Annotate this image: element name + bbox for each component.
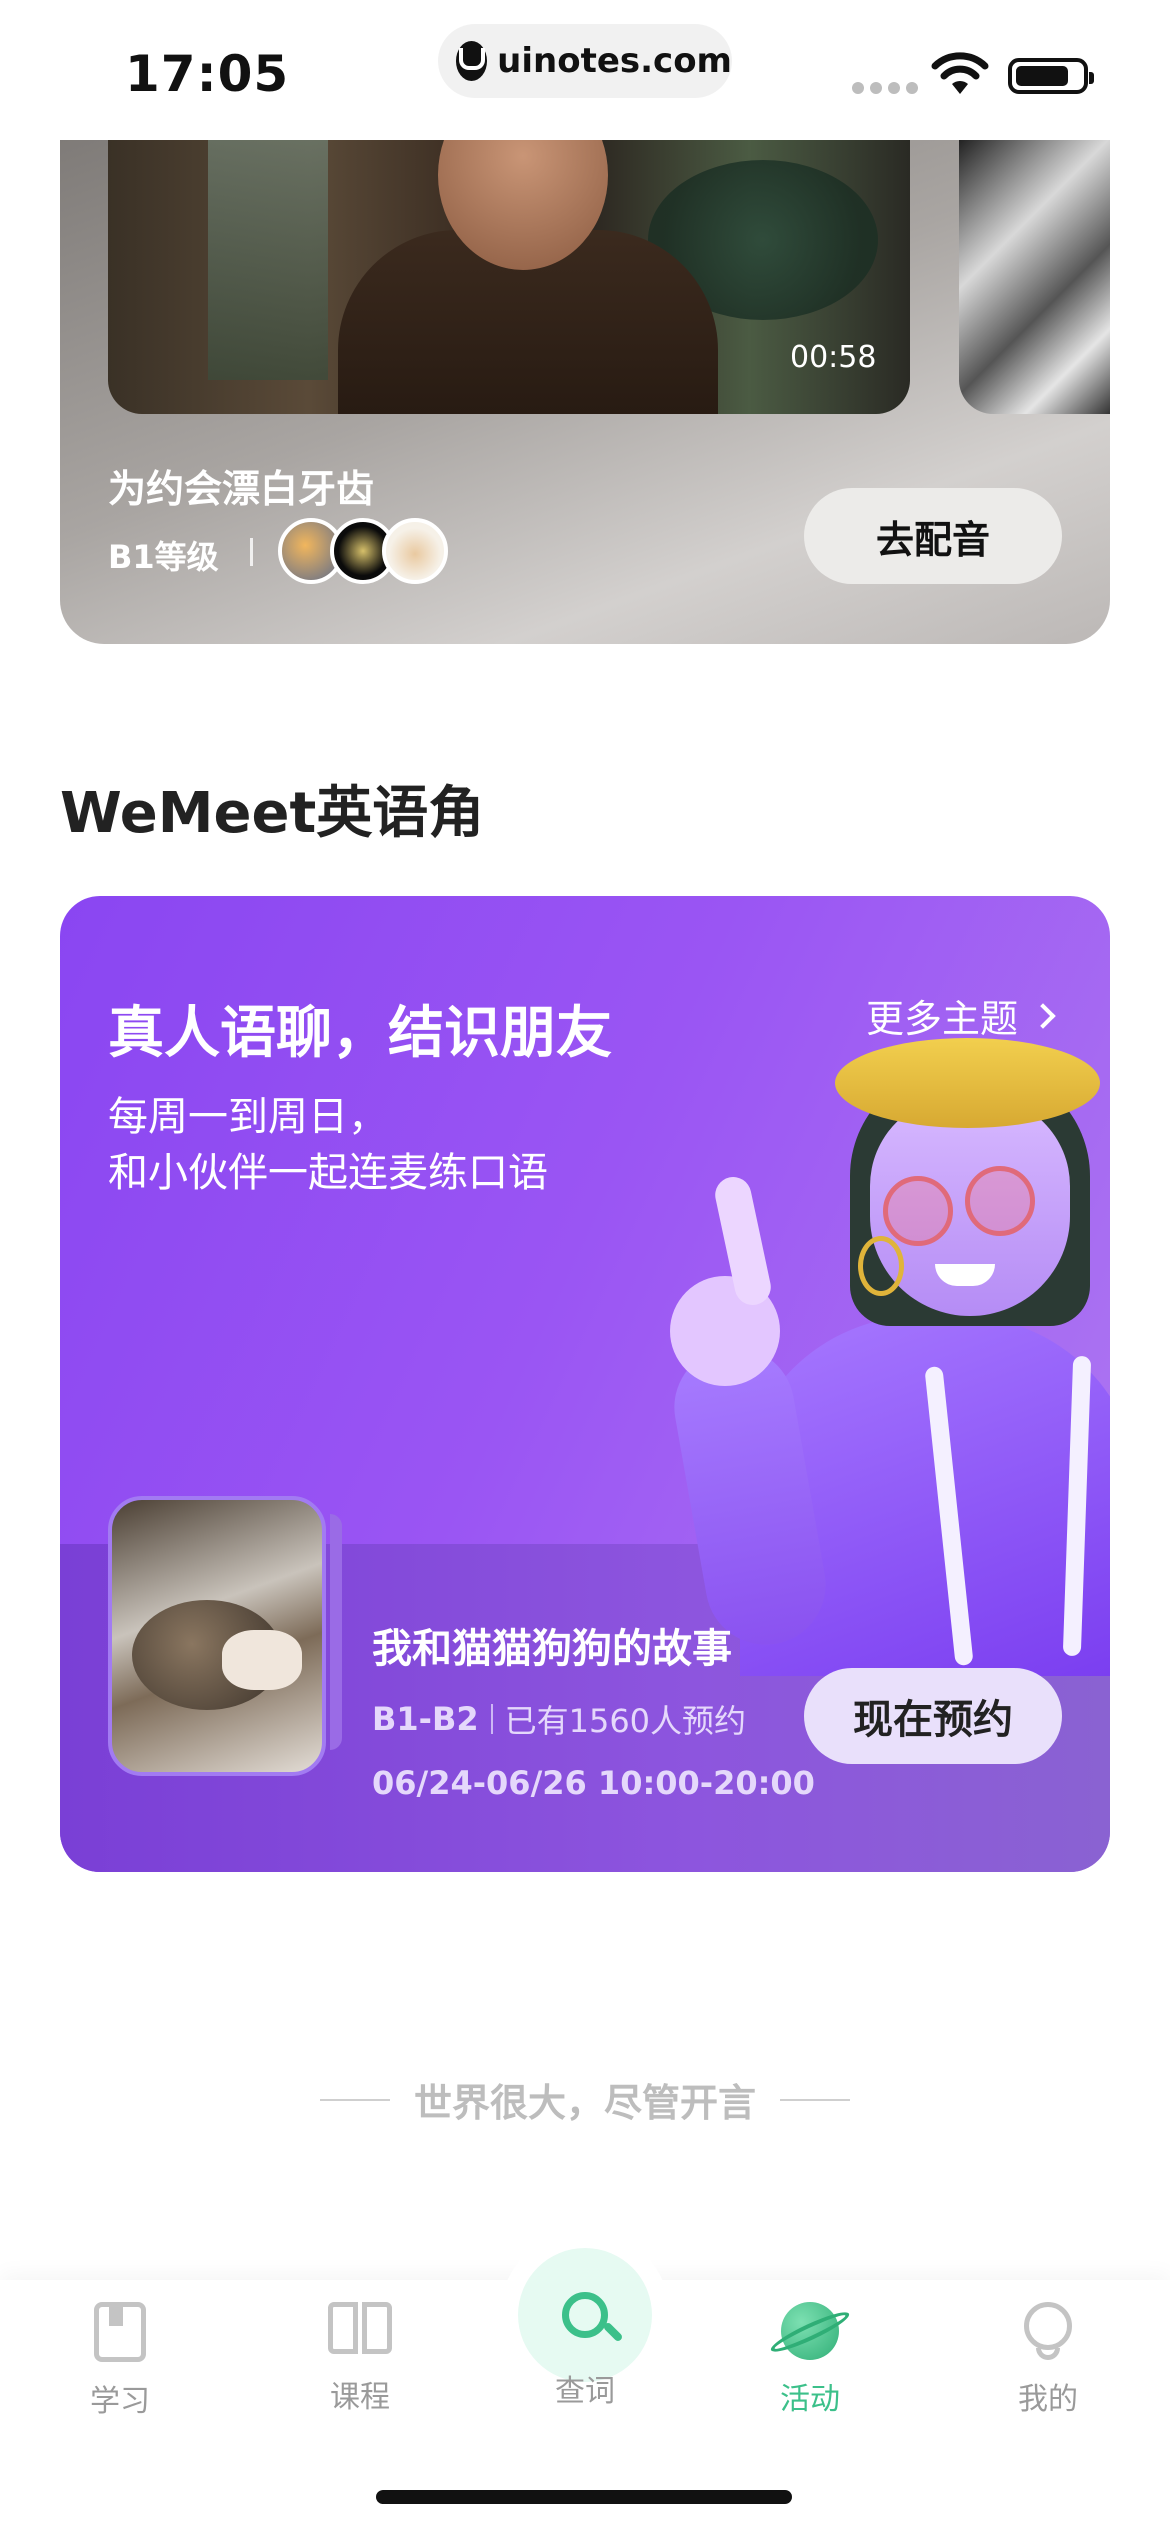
- video-duration: 00:58: [790, 340, 877, 375]
- cellular-signal-icon: [852, 82, 918, 94]
- section-title: WeMeet英语角: [60, 781, 485, 846]
- divider: [319, 2098, 390, 2101]
- event-meta: B1-B2 已有1560人预约: [372, 1696, 746, 1742]
- go-dub-button[interactable]: 去配音: [804, 488, 1062, 584]
- tab-label: 学习: [90, 2384, 150, 2419]
- participant-avatars: [278, 518, 448, 584]
- search-icon: [562, 2292, 608, 2338]
- tab-course[interactable]: 课程: [280, 2302, 440, 2416]
- divider: [780, 2098, 850, 2101]
- battery-icon: [1008, 58, 1094, 94]
- dubbing-video-card[interactable]: 00:58 为约会漂白牙齿 B1等级 去配音: [60, 140, 1110, 644]
- wemeet-subtitle-line2: 和小伙伴一起连麦练口语: [108, 1150, 548, 1196]
- home-indicator[interactable]: [376, 2490, 792, 2504]
- planet-icon: [781, 2302, 839, 2360]
- event-cover-image[interactable]: [108, 1496, 326, 1776]
- footer-slogan: 世界很大，尽管开言: [0, 2072, 1170, 2127]
- chevron-right-icon: [1030, 1002, 1056, 1029]
- status-time: 17:05: [125, 45, 290, 103]
- video-title: 为约会漂白牙齿: [108, 467, 375, 511]
- course-open-book-icon: [328, 2302, 392, 2358]
- event-title: 我和猫猫狗狗的故事: [372, 1626, 732, 1672]
- wemeet-card[interactable]: 真人语聊，结识朋友 每周一到周日， 和小伙伴一起连麦练口语 更多主题 我和猫猫狗…: [60, 896, 1110, 1872]
- url-text: uinotes.com: [497, 41, 732, 81]
- next-video-thumbnail[interactable]: [959, 140, 1110, 414]
- book-now-button[interactable]: 现在预约: [804, 1668, 1062, 1764]
- event-date: 06/24-06/26 10:00-20:00: [372, 1764, 815, 1802]
- site-logo-icon: [456, 41, 488, 81]
- wemeet-subtitle-line1: 每周一到周日，: [108, 1094, 388, 1140]
- event-booked-count: 已有1560人预约: [504, 1702, 747, 1740]
- tab-lookup[interactable]: 查词: [505, 2352, 665, 2410]
- divider: [490, 1704, 493, 1734]
- more-topics-link[interactable]: 更多主题: [866, 988, 1056, 1043]
- slogan-text: 世界很大，尽管开言: [413, 2081, 756, 2125]
- url-pill[interactable]: uinotes.com: [438, 24, 732, 98]
- divider: [250, 538, 253, 566]
- tab-label: 活动: [780, 2382, 840, 2417]
- tab-activity[interactable]: 活动: [730, 2302, 890, 2418]
- event-level: B1-B2: [372, 1700, 479, 1738]
- study-book-icon: [94, 2302, 146, 2362]
- card-stack-edge: [330, 1514, 342, 1750]
- profile-icon: [1022, 2302, 1074, 2360]
- cartoon-character-illustration: [620, 986, 1110, 1676]
- tab-study[interactable]: 学习: [40, 2302, 200, 2420]
- avatar: [382, 518, 448, 584]
- tab-label: 我的: [1018, 2382, 1078, 2417]
- wifi-icon: [931, 52, 989, 94]
- wemeet-headline: 真人语聊，结识朋友: [108, 1001, 612, 1066]
- tab-mine[interactable]: 我的: [968, 2302, 1128, 2418]
- tab-label: 课程: [330, 2380, 390, 2415]
- more-topics-label: 更多主题: [866, 997, 1019, 1041]
- tab-label: 查词: [555, 2374, 615, 2409]
- video-level: B1等级: [108, 538, 219, 576]
